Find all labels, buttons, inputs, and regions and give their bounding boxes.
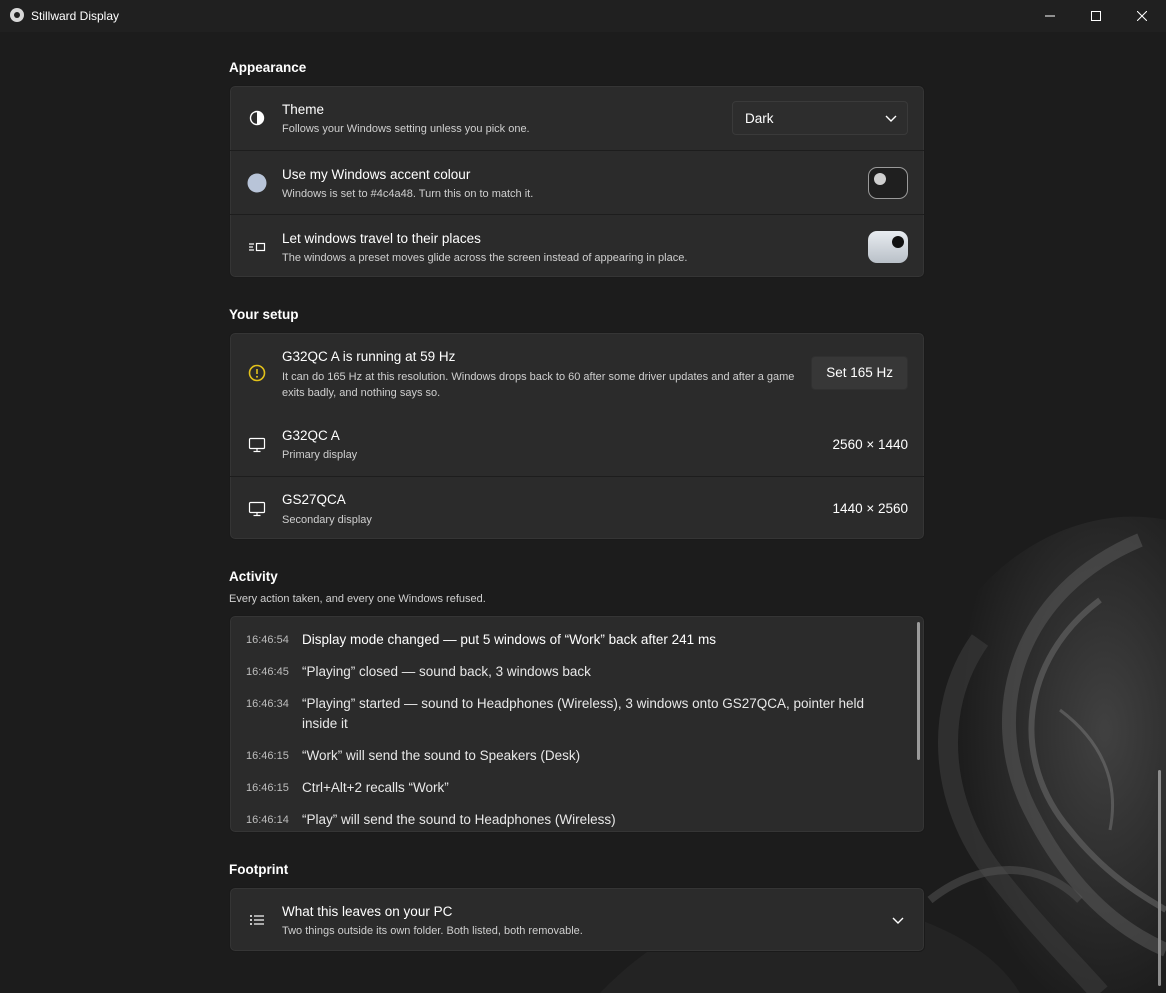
footprint-title: What this leaves on your PC (282, 904, 453, 919)
log-time: 16:46:15 (246, 750, 289, 762)
footprint-heading: Footprint (229, 862, 289, 877)
activity-log[interactable]: 16:46:54 Display mode changed — put 5 wi… (229, 615, 925, 833)
activity-subtitle: Every action taken, and every one Window… (229, 593, 486, 605)
travel-description: The windows a preset moves glide across … (282, 252, 688, 264)
theme-dropdown[interactable]: Dark (732, 101, 908, 135)
accent-title: Use my Windows accent colour (282, 167, 471, 182)
title-bar: Stillward Display (0, 0, 1166, 32)
footprint-description: Two things outside its own folder. Both … (282, 925, 583, 937)
display-role: Primary display (282, 449, 358, 461)
page-scrollbar[interactable] (1158, 770, 1161, 986)
log-text: “Play” will send the sound to Headphones… (302, 812, 616, 827)
refresh-warning-row: G32QC A is running at 59 Hz It can do 16… (230, 333, 924, 413)
theme-contrast-icon (247, 108, 267, 128)
accent-row: Use my Windows accent colour Windows is … (230, 150, 924, 214)
monitor-icon (247, 499, 267, 519)
theme-description: Follows your Windows setting unless you … (282, 123, 530, 135)
activity-scrollbar[interactable] (917, 622, 920, 760)
log-text: “Playing” started — sound to Headphones … (302, 696, 865, 731)
log-time: 16:46:34 (246, 698, 289, 710)
display-row: GS27QCA Secondary display 1440 × 2560 (230, 476, 924, 540)
theme-title: Theme (282, 102, 325, 117)
warning-description: It can do 165 Hz at this resolution. Win… (282, 371, 795, 399)
set-165hz-button[interactable]: Set 165 Hz (811, 356, 908, 390)
setup-heading: Your setup (229, 307, 299, 322)
theme-row: Theme Follows your Windows setting unles… (230, 86, 924, 150)
log-text: “Work” will send the sound to Speakers (… (302, 748, 581, 763)
minimize-icon (1045, 15, 1055, 17)
log-time: 16:46:15 (246, 782, 289, 794)
chevron-down-icon (885, 115, 897, 122)
display-name: GS27QCA (282, 492, 346, 507)
toggle-knob (874, 173, 886, 185)
travel-row: Let windows travel to their places The w… (230, 214, 924, 278)
close-icon (1137, 11, 1147, 21)
minimize-button[interactable] (1027, 0, 1073, 32)
travel-toggle[interactable] (868, 231, 908, 263)
log-time: 16:46:14 (246, 814, 289, 826)
setup-card: G32QC A is running at 59 Hz It can do 16… (229, 332, 925, 540)
app-logo-icon (10, 8, 24, 22)
window-title: Stillward Display (31, 9, 120, 23)
close-button[interactable] (1119, 0, 1165, 32)
accent-description: Windows is set to #4c4a48. Turn this on … (282, 188, 534, 200)
log-time: 16:46:45 (246, 666, 289, 678)
accent-swatch-icon (247, 173, 267, 193)
log-text: Display mode changed — put 5 windows of … (302, 632, 716, 647)
log-text: “Playing” closed — sound back, 3 windows… (302, 664, 591, 679)
log-text: Ctrl+Alt+2 recalls “Work” (302, 780, 449, 795)
footprint-expander[interactable]: What this leaves on your PC Two things o… (229, 887, 925, 952)
toggle-knob (892, 236, 904, 248)
accent-toggle[interactable] (868, 167, 908, 199)
warning-icon (247, 363, 267, 383)
theme-selected-value: Dark (745, 111, 774, 126)
chevron-down-icon[interactable] (892, 914, 904, 926)
appearance-card: Theme Follows your Windows setting unles… (229, 85, 925, 278)
maximize-button[interactable] (1073, 0, 1119, 32)
window-motion-icon (247, 237, 267, 257)
travel-title: Let windows travel to their places (282, 231, 481, 246)
activity-heading: Activity (229, 569, 278, 584)
appearance-heading: Appearance (229, 60, 307, 75)
list-icon (247, 910, 267, 930)
warning-title: G32QC A is running at 59 Hz (282, 349, 456, 364)
display-role: Secondary display (282, 514, 372, 526)
display-row: G32QC A Primary display 2560 × 1440 (230, 413, 924, 477)
display-resolution: 1440 × 2560 (832, 501, 908, 516)
log-time: 16:46:54 (246, 634, 289, 646)
display-resolution: 2560 × 1440 (832, 437, 908, 452)
monitor-icon (247, 435, 267, 455)
display-name: G32QC A (282, 428, 340, 443)
maximize-icon (1091, 11, 1101, 21)
